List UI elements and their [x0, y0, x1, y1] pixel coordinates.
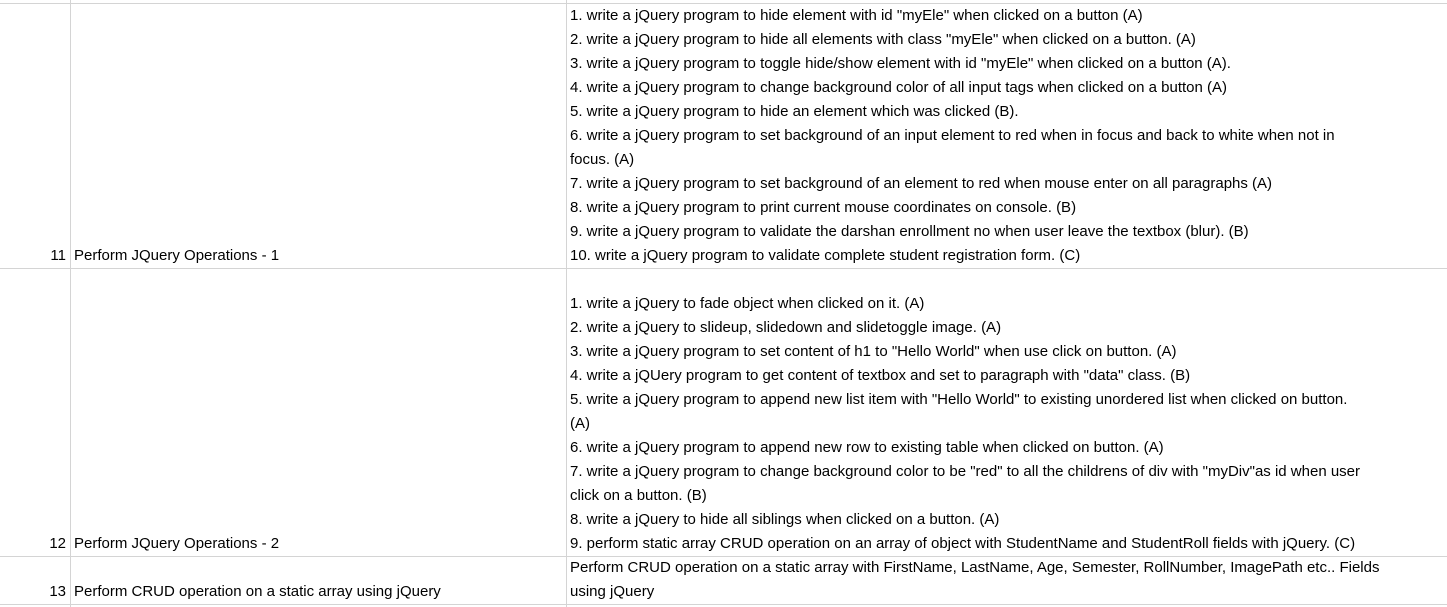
description-line: 5. write a jQuery program to hide an ele… — [570, 103, 1019, 120]
column-border — [70, 0, 71, 607]
row-13-number-cell[interactable]: 13 — [0, 580, 66, 604]
row-13-description-cell[interactable]: Perform CRUD operation on a static array… — [570, 556, 1447, 604]
description-line: 7. write a jQuery program to set backgro… — [570, 175, 1273, 192]
column-border — [566, 0, 567, 607]
description-line: using jQuery — [570, 583, 655, 600]
row-number: 11 — [50, 247, 66, 264]
description-line: 8. write a jQuery program to print curre… — [570, 199, 1077, 216]
description-line: 10. write a jQuery program to validate c… — [570, 247, 1081, 264]
row-number: 13 — [49, 583, 66, 600]
practical-title: Perform JQuery Operations - 1 — [74, 247, 280, 264]
row-13-title-cell[interactable]: Perform CRUD operation on a static array… — [74, 580, 564, 604]
row-12-title-cell[interactable]: Perform JQuery Operations - 2 — [74, 532, 564, 556]
row-11-number-cell[interactable]: 11 — [0, 244, 66, 268]
description-line: 6. write a jQuery program to append new … — [570, 439, 1164, 456]
practical-title: Perform CRUD operation on a static array… — [74, 583, 441, 600]
description-line: 2. write a jQuery to slideup, slidedown … — [570, 319, 1002, 336]
description-line: 8. write a jQuery to hide all siblings w… — [570, 511, 1000, 528]
description-line: 1. write a jQuery program to hide elemen… — [570, 7, 1143, 24]
description-line — [570, 268, 1447, 292]
description-line: 3. write a jQuery program to set content… — [570, 343, 1177, 360]
description-line: 4. write a jQuery program to change back… — [570, 79, 1228, 96]
description-line: Perform CRUD operation on a static array… — [570, 559, 1380, 576]
description-line: 1. write a jQuery to fade object when cl… — [570, 295, 925, 312]
practical-title: Perform JQuery Operations - 2 — [74, 535, 280, 552]
description-line: 9. write a jQuery program to validate th… — [570, 223, 1249, 240]
row-12-description-cell[interactable]: 1. write a jQuery to fade object when cl… — [570, 268, 1447, 556]
description-line: 9. perform static array CRUD operation o… — [570, 535, 1356, 552]
row-11-description-cell[interactable]: 1. write a jQuery program to hide elemen… — [570, 4, 1447, 268]
description-line: (A) — [570, 415, 590, 432]
row-11-title-cell[interactable]: Perform JQuery Operations - 1 — [74, 244, 564, 268]
description-line: 3. write a jQuery program to toggle hide… — [570, 55, 1231, 72]
description-line: 4. write a jQUery program to get content… — [570, 367, 1191, 384]
description-line: 2. write a jQuery program to hide all el… — [570, 31, 1196, 48]
description-line: click on a button. (B) — [570, 487, 707, 504]
row-12-number-cell[interactable]: 12 — [0, 532, 66, 556]
description-line: 7. write a jQuery program to change back… — [570, 463, 1361, 480]
description-line: 5. write a jQuery program to append new … — [570, 391, 1348, 408]
spreadsheet-grid: 11 Perform JQuery Operations - 1 1. writ… — [0, 0, 1447, 607]
row-border — [0, 604, 1447, 605]
description-line: focus. (A) — [570, 151, 635, 168]
description-line: 6. write a jQuery program to set backgro… — [570, 127, 1335, 144]
row-number: 12 — [49, 535, 66, 552]
